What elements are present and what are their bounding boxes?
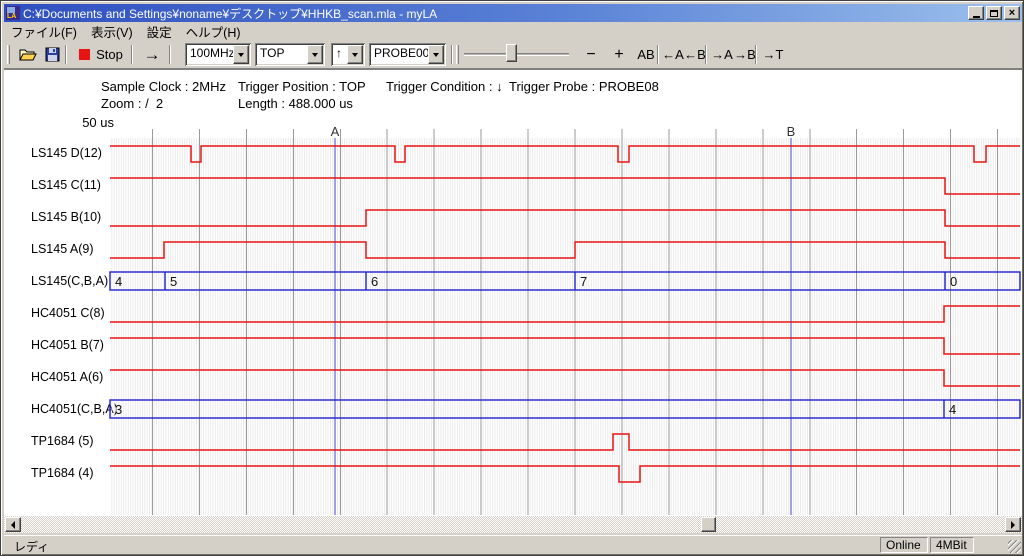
zoom-slider[interactable]: [464, 43, 569, 66]
floppy-disk-icon: [45, 47, 60, 62]
clock-dropdown-button[interactable]: [233, 45, 249, 64]
menu-help[interactable]: ヘルプ(H): [179, 21, 248, 42]
arrow-left-icon: [11, 521, 15, 529]
chevron-down-icon: [312, 53, 318, 57]
clock-select[interactable]: 100MHz: [185, 43, 251, 66]
waveform-canvas[interactable]: A B 4 5 6 7 0 3 4: [4, 70, 1022, 516]
menu-view[interactable]: 表示(V): [84, 21, 140, 42]
bus-value: 0: [950, 274, 957, 289]
open-folder-icon: [19, 47, 37, 62]
trigger-edge-value: ↑: [336, 46, 342, 60]
scrollbar-thumb[interactable]: [701, 517, 716, 532]
toolbar-separator: [451, 45, 453, 64]
scroll-right-button[interactable]: [1005, 517, 1021, 532]
maximize-button[interactable]: [986, 6, 1002, 20]
arrow-right-icon: [1011, 521, 1015, 529]
toolbar-gripper[interactable]: [7, 45, 10, 64]
status-bar: レディ Online 4MBit: [4, 535, 1022, 554]
trigger-position-select[interactable]: TOP: [255, 43, 325, 66]
chevron-down-icon: [433, 53, 439, 57]
toolbar-separator: [755, 45, 757, 64]
app-icon: LA: [6, 6, 20, 20]
online-status-badge: Online: [880, 537, 928, 553]
chevron-down-icon: [238, 53, 244, 57]
probe-dropdown-button[interactable]: [428, 45, 444, 64]
status-message: レディ: [14, 538, 49, 555]
trigger-edge-dropdown-button[interactable]: [347, 45, 363, 64]
minimize-icon: [973, 16, 980, 18]
close-icon: ×: [1009, 8, 1015, 18]
chevron-down-icon: [352, 53, 358, 57]
menu-bar: ファイル(F) 表示(V) 設定 ヘルプ(H): [4, 22, 1022, 41]
run-arrow-icon: →: [144, 45, 161, 65]
waveform-panel[interactable]: Sample Clock : 2MHz Trigger Position : T…: [4, 69, 1022, 516]
menu-file[interactable]: ファイル(F): [4, 21, 84, 42]
goto-trigger-button[interactable]: →T: [758, 43, 788, 66]
bus-value: 5: [170, 274, 177, 289]
toolbar-separator: [65, 45, 67, 64]
open-file-button[interactable]: [16, 43, 40, 66]
probe-value: PROBE00: [374, 46, 429, 60]
toolbar-separator: [169, 45, 171, 64]
memory-status-badge: 4MBit: [930, 537, 974, 553]
stop-icon: [79, 49, 90, 60]
minimize-button[interactable]: [968, 6, 984, 20]
trigger-position-value: TOP: [260, 46, 284, 60]
run-button[interactable]: →: [137, 43, 167, 66]
toolbar-separator: [131, 45, 133, 64]
app-window: LA C:¥Documents and Settings¥noname¥デスクト…: [0, 0, 1024, 556]
stop-label: Stop: [96, 47, 123, 62]
save-button[interactable]: [40, 43, 64, 66]
bus-value: 4: [949, 402, 956, 417]
toolbar: Stop → 100MHz TOP ↑ PROBE00 −: [4, 41, 1022, 69]
zoom-out-button[interactable]: −: [578, 43, 604, 66]
probe-select[interactable]: PROBE00: [369, 43, 446, 66]
bus-value: 4: [115, 274, 122, 289]
bus-value: 3: [115, 402, 122, 417]
title-bar[interactable]: LA C:¥Documents and Settings¥noname¥デスクト…: [4, 4, 1022, 22]
maximize-icon: [990, 10, 998, 17]
toolbar-gripper[interactable]: [456, 45, 459, 64]
window-title: C:¥Documents and Settings¥noname¥デスクトップ¥…: [23, 5, 968, 22]
stop-button[interactable]: Stop: [73, 43, 129, 66]
horizontal-scrollbar[interactable]: [4, 516, 1022, 533]
trigger-edge-select[interactable]: ↑: [331, 43, 365, 66]
zoom-in-button[interactable]: +: [606, 43, 632, 66]
resize-grip[interactable]: [1008, 540, 1021, 553]
toolbar-separator: [705, 45, 707, 64]
marker-label-B: B: [787, 124, 796, 139]
clock-value: 100MHz: [190, 46, 235, 60]
trigger-position-dropdown-button[interactable]: [307, 45, 323, 64]
marker-label-A: A: [331, 124, 340, 139]
close-button[interactable]: ×: [1004, 6, 1020, 20]
menu-settings[interactable]: 設定: [140, 21, 179, 42]
bus-value: 7: [580, 274, 587, 289]
slider-thumb[interactable]: [506, 44, 517, 62]
scroll-left-button[interactable]: [5, 517, 21, 532]
bus-value: 6: [371, 274, 378, 289]
